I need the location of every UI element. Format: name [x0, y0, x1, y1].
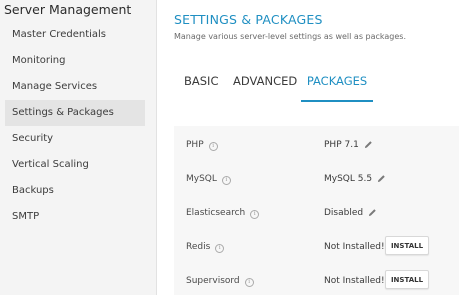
- package-label-php: PHP i: [186, 140, 218, 151]
- sidebar-item-master-credentials[interactable]: Master Credentials: [5, 22, 145, 48]
- tab-bar: BASIC ADVANCED PACKAGES: [174, 62, 459, 102]
- sidebar-item-manage-services[interactable]: Manage Services: [5, 74, 145, 100]
- package-row-redis: Redis i Not Installed! INSTALL: [174, 230, 459, 264]
- pencil-icon[interactable]: [377, 174, 386, 186]
- info-icon[interactable]: i: [244, 278, 254, 287]
- package-value-mysql: MySQL 5.5: [324, 174, 386, 186]
- package-value-supervisord: Not Installed!: [324, 276, 385, 286]
- sidebar-item-monitoring[interactable]: Monitoring: [5, 48, 145, 74]
- install-supervisord-button[interactable]: INSTALL: [385, 270, 429, 289]
- package-row-mysql: MySQL i MySQL 5.5: [174, 162, 459, 196]
- package-value-php: PHP 7.1: [324, 140, 373, 152]
- package-value: PHP 7.1: [324, 140, 359, 150]
- main-content: SETTINGS & PACKAGES Manage various serve…: [157, 0, 459, 295]
- packages-panel: PHP i PHP 7.1 MySQL i MySQL 5.5 Elasticsea…: [174, 126, 459, 295]
- package-label-elasticsearch: Elasticsearch i: [186, 208, 260, 219]
- sidebar-item-smtp[interactable]: SMTP: [5, 204, 145, 230]
- sidebar-title: Server Management: [4, 2, 132, 17]
- pencil-icon[interactable]: [364, 140, 373, 152]
- package-name: Supervisord: [186, 276, 240, 286]
- page-subtitle: Manage various server-level settings as …: [174, 32, 407, 41]
- package-label-mysql: MySQL i: [186, 174, 231, 185]
- tab-advanced[interactable]: ADVANCED: [233, 62, 297, 100]
- package-name: Redis: [186, 242, 211, 252]
- info-icon[interactable]: i: [208, 142, 218, 151]
- install-redis-button[interactable]: INSTALL: [385, 236, 429, 255]
- package-name: MySQL: [186, 174, 217, 184]
- sidebar-item-security[interactable]: Security: [5, 126, 145, 152]
- sidebar: Server Management Master Credentials Mon…: [0, 0, 157, 295]
- tab-packages[interactable]: PACKAGES: [301, 62, 373, 102]
- info-icon[interactable]: i: [250, 210, 260, 219]
- page-title: SETTINGS & PACKAGES: [174, 12, 323, 27]
- sidebar-item-settings-packages[interactable]: Settings & Packages: [5, 100, 145, 126]
- pencil-icon[interactable]: [368, 208, 377, 220]
- package-name: Elasticsearch: [186, 208, 246, 218]
- package-value: MySQL 5.5: [324, 174, 373, 184]
- package-row-supervisord: Supervisord i Not Installed! INSTALL: [174, 264, 459, 298]
- package-row-php: PHP i PHP 7.1: [174, 128, 459, 162]
- info-icon[interactable]: i: [221, 176, 231, 185]
- package-value: Disabled: [324, 208, 364, 218]
- package-row-elasticsearch: Elasticsearch i Disabled: [174, 196, 459, 230]
- tab-basic[interactable]: BASIC: [184, 62, 218, 100]
- package-name: PHP: [186, 140, 204, 150]
- package-label-supervisord: Supervisord i: [186, 276, 254, 287]
- sidebar-item-backups[interactable]: Backups: [5, 178, 145, 204]
- package-label-redis: Redis i: [186, 242, 225, 253]
- info-icon[interactable]: i: [215, 244, 225, 253]
- sidebar-item-vertical-scaling[interactable]: Vertical Scaling: [5, 152, 145, 178]
- package-value-redis: Not Installed!: [324, 242, 385, 252]
- package-value-elasticsearch: Disabled: [324, 208, 377, 220]
